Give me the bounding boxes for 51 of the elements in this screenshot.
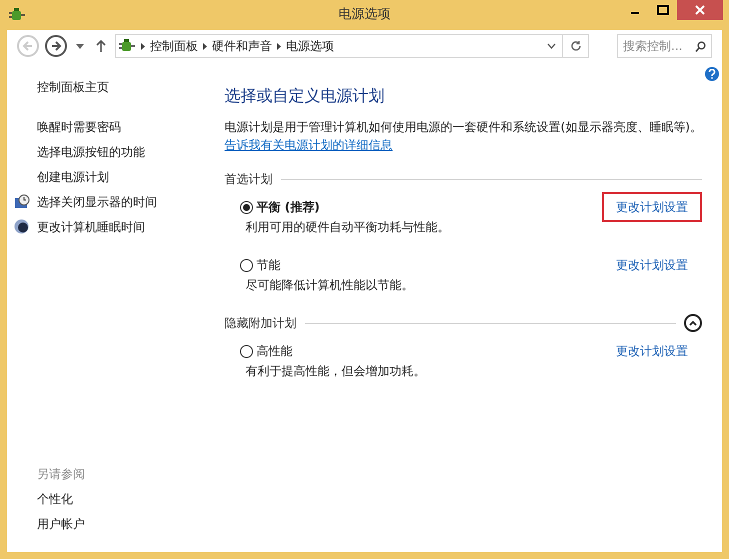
collapse-button[interactable]	[684, 314, 702, 332]
change-plan-settings-link[interactable]: 更改计划设置	[602, 192, 702, 222]
breadcrumb-link[interactable]: 电源选项	[286, 37, 334, 55]
breadcrumb-link[interactable]: 硬件和声音	[212, 37, 272, 55]
right-arrow-icon	[50, 40, 62, 52]
section-heading: 首选计划	[224, 171, 273, 188]
plan-name: 平衡 (推荐)	[256, 199, 320, 216]
help-button[interactable]	[705, 67, 719, 81]
window-title: 电源选项	[338, 6, 390, 24]
description-text: 电源计划是用于管理计算机如何使用电源的一套硬件和系统设置(如显示器亮度、睡眠等)。	[224, 119, 702, 136]
maximize-icon	[657, 5, 669, 15]
forward-button[interactable]	[45, 35, 67, 57]
close-icon	[695, 5, 705, 15]
sidebar-link[interactable]: 更改计算机睡眠时间	[37, 218, 145, 236]
plan-description: 有利于提高性能，但会增加功耗。	[244, 363, 427, 380]
minimize-icon	[631, 12, 639, 14]
breadcrumb-arrow-icon	[277, 42, 281, 50]
sidebar-link[interactable]: 控制面板主页	[37, 78, 218, 96]
section-heading: 另请参阅	[37, 466, 86, 483]
plan-description: 利用可用的硬件自动平衡功耗与性能。	[244, 219, 451, 236]
sidebar-link[interactable]: 选择关闭显示器的时间	[37, 192, 157, 210]
page-title: 选择或自定义电源计划	[224, 85, 386, 107]
clock-monitor-icon	[14, 194, 30, 210]
change-plan-settings-link[interactable]: 更改计划设置	[602, 250, 702, 280]
moon-icon	[14, 219, 29, 234]
sidebar-link[interactable]: 个性化	[37, 490, 218, 515]
radio-button[interactable]	[240, 200, 253, 214]
address-bar[interactable]: 控制面板 硬件和声音 电源选项	[115, 34, 589, 58]
sidebar-link[interactable]: 用户帐户	[37, 515, 218, 540]
sidebar-link[interactable]: 选择电源按钮的功能	[37, 142, 145, 160]
sidebar-link[interactable]: 唤醒时需要密码	[37, 118, 121, 136]
refresh-icon	[570, 40, 582, 52]
search-icon	[695, 41, 706, 52]
search-field[interactable]: 搜索控制...	[617, 34, 712, 58]
change-plan-settings-link[interactable]: 更改计划设置	[602, 336, 702, 366]
left-arrow-icon	[22, 40, 34, 52]
close-button[interactable]	[677, 0, 723, 20]
chevron-down-icon[interactable]	[547, 43, 556, 49]
plan-name: 节能	[256, 257, 281, 274]
plan-name: 高性能	[256, 343, 293, 360]
breadcrumb-link[interactable]: 控制面板	[150, 37, 198, 55]
dropdown-caret-icon[interactable]	[73, 44, 87, 48]
radio-button[interactable]	[240, 344, 253, 358]
radio-button[interactable]	[240, 258, 253, 272]
section-heading: 隐藏附加计划	[224, 315, 297, 332]
plan-description: 尽可能降低计算机性能以节能。	[244, 277, 415, 294]
breadcrumb-arrow-icon	[141, 42, 145, 50]
sidebar-link[interactable]: 创建电源计划	[37, 168, 109, 186]
help-link[interactable]: 告诉我有关电源计划的详细信息	[224, 136, 702, 154]
chevron-up-icon	[689, 320, 697, 326]
breadcrumb-arrow-icon	[203, 42, 207, 50]
